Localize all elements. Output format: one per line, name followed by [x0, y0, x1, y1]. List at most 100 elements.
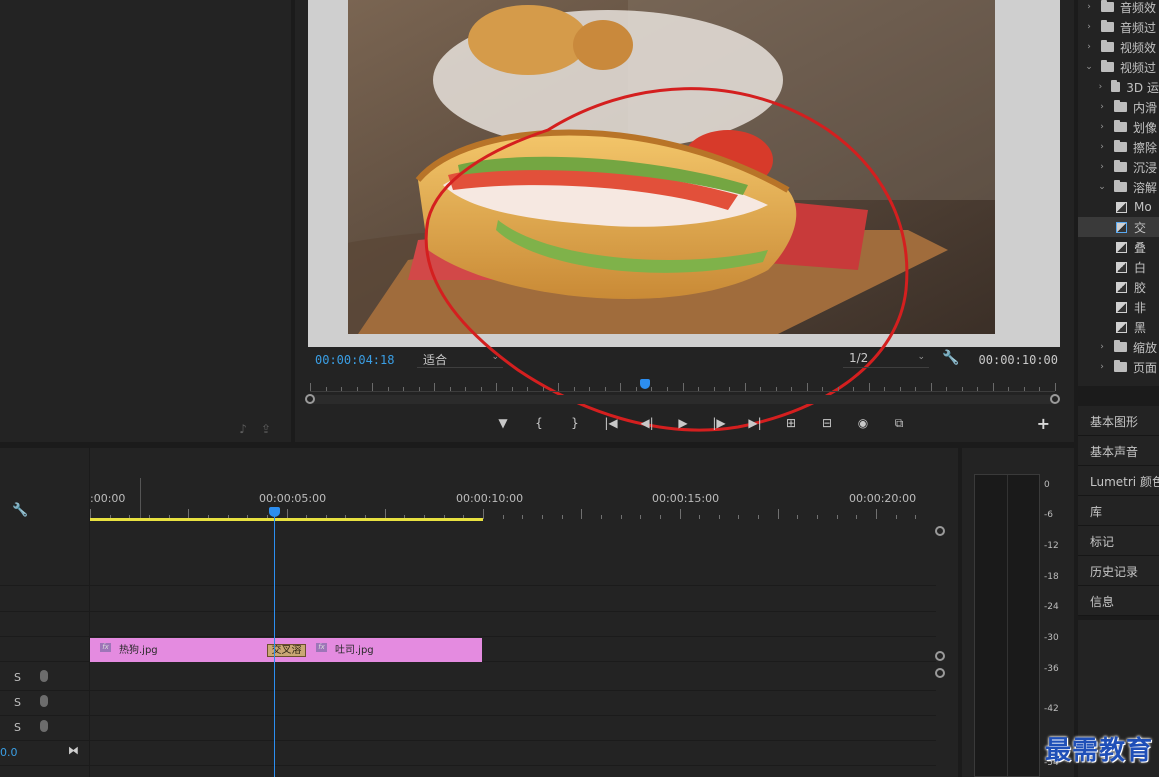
video-track-2[interactable]	[90, 587, 936, 612]
timeline-settings-wrench-icon[interactable]: 🔧	[12, 503, 28, 518]
effects-tree-item[interactable]: Mo	[1078, 197, 1159, 217]
current-timecode[interactable]: 00:00:04:18	[315, 353, 394, 367]
effects-tree-item[interactable]: › 沉浸	[1078, 157, 1159, 177]
folder-icon	[1110, 80, 1121, 92]
folder-icon	[1101, 60, 1114, 72]
video-track-header-1[interactable]	[0, 637, 89, 662]
insert-icon[interactable]: ⊞	[773, 413, 809, 433]
solo-button[interactable]: S	[14, 671, 21, 684]
chevron-right-icon[interactable]: ›	[1096, 342, 1108, 352]
chevron-right-icon[interactable]: ›	[1096, 162, 1108, 172]
export-frame-icon[interactable]: ◉	[845, 413, 881, 433]
panel-tab[interactable]: 基本声音	[1078, 436, 1159, 466]
microphone-icon[interactable]	[40, 720, 48, 732]
video-track-header-2[interactable]	[0, 587, 89, 612]
clip-hotdog[interactable]: fx 热狗.jpg	[90, 638, 276, 662]
effects-tree-item[interactable]: ⌄ 视频过	[1078, 57, 1159, 77]
audio-track-header-1[interactable]: S	[0, 666, 89, 691]
video-scroll-handle-top[interactable]	[935, 526, 945, 536]
effects-tree-item[interactable]: › 划像	[1078, 117, 1159, 137]
timeline-ruler[interactable]: :00:00 00:00:05:00 00:00:10:00 00:00:15:…	[90, 448, 936, 520]
effects-tree-item[interactable]: › 缩放	[1078, 337, 1159, 357]
effects-tree-item[interactable]: › 音频过	[1078, 17, 1159, 37]
zoom-handle-end[interactable]	[1050, 394, 1060, 404]
effects-tree-item[interactable]: › 擦除	[1078, 137, 1159, 157]
monitor-zoom-scrollbar[interactable]	[305, 394, 1060, 404]
solo-button[interactable]: S	[14, 721, 21, 734]
video-track-3[interactable]	[90, 522, 936, 586]
monitor-time-ruler[interactable]	[310, 380, 1056, 392]
panel-tab[interactable]: 信息	[1078, 586, 1159, 616]
audio-track-2[interactable]	[90, 691, 936, 716]
overwrite-icon[interactable]: ⊟	[809, 413, 845, 433]
effects-tree-item[interactable]: › 页面	[1078, 357, 1159, 377]
video-track-header-1a[interactable]	[0, 612, 89, 637]
video-scroll-handle-bottom[interactable]	[935, 651, 945, 661]
clip-toast[interactable]: fx 吐司.jpg	[276, 638, 482, 662]
add-marker-icon[interactable]: ▼	[485, 413, 521, 433]
microphone-icon[interactable]	[40, 670, 48, 682]
audio-track-3[interactable]	[90, 716, 936, 741]
effects-tree-item[interactable]: 白	[1078, 257, 1159, 277]
chevron-right-icon[interactable]: ›	[1096, 142, 1108, 152]
master-track-header[interactable]: 0.0 ⧓	[0, 741, 89, 766]
effects-tree-item[interactable]: › 音频效	[1078, 0, 1159, 17]
solo-button[interactable]: S	[14, 696, 21, 709]
panel-tab[interactable]: 库	[1078, 496, 1159, 526]
effects-tree-item[interactable]: › 内滑	[1078, 97, 1159, 117]
master-volume-value[interactable]: 0.0	[0, 746, 18, 759]
step-back-icon[interactable]: ◀|	[629, 413, 665, 433]
monitor-playhead[interactable]	[640, 379, 650, 389]
effects-tree-item[interactable]: › 视频效	[1078, 37, 1159, 57]
effects-tree-item[interactable]: 叠	[1078, 237, 1159, 257]
chevron-right-icon[interactable]: ›	[1083, 42, 1095, 52]
chevron-down-icon[interactable]: ⌄	[1096, 182, 1108, 192]
chevron-down-icon[interactable]: ⌄	[1083, 62, 1095, 72]
video-track-header-3[interactable]	[0, 522, 89, 586]
button-editor-add-icon[interactable]: +	[1037, 414, 1050, 433]
video-track-1a[interactable]	[90, 612, 936, 637]
playback-resolution-dropdown[interactable]: 1/2 ⌄	[843, 350, 929, 368]
zoom-handle-start[interactable]	[305, 394, 315, 404]
mark-out-icon[interactable]: }	[557, 413, 593, 433]
chevron-right-icon[interactable]: ›	[1096, 82, 1105, 92]
effects-tree-item[interactable]: › 3D 运	[1078, 77, 1159, 97]
effects-tree-item[interactable]: 非	[1078, 297, 1159, 317]
effects-tree-label: 沉浸	[1133, 160, 1158, 175]
folder-icon	[1114, 140, 1127, 152]
cross-dissolve-transition[interactable]: 交叉溶	[267, 644, 306, 657]
effects-tree-item[interactable]: ⌄ 溶解	[1078, 177, 1159, 197]
chevron-right-icon[interactable]: ›	[1083, 22, 1095, 32]
wrench-icon[interactable]: 🔧	[942, 350, 959, 366]
effects-tree-item[interactable]: 交	[1078, 217, 1159, 237]
panel-tab[interactable]: 历史记录	[1078, 556, 1159, 586]
master-track[interactable]	[90, 741, 936, 766]
step-forward-icon[interactable]: |▶	[701, 413, 737, 433]
export-icon[interactable]: ⇪	[261, 422, 271, 436]
music-note-icon[interactable]: ♪	[239, 422, 247, 436]
chevron-right-icon[interactable]: ›	[1096, 102, 1108, 112]
bowtie-icon[interactable]: ⧓	[68, 744, 79, 757]
effects-tree-item[interactable]: 黑	[1078, 317, 1159, 337]
panel-tab[interactable]: 标记	[1078, 526, 1159, 556]
effects-tree-label: 划像	[1133, 120, 1158, 135]
chevron-right-icon[interactable]: ›	[1083, 2, 1095, 12]
panel-tab[interactable]: Lumetri 颜色	[1078, 466, 1159, 496]
zoom-fit-dropdown[interactable]: 适合 ⌄	[417, 350, 503, 368]
mark-in-icon[interactable]: {	[521, 413, 557, 433]
go-to-in-icon[interactable]: |◀	[593, 413, 629, 433]
effects-tree-item[interactable]: 胶	[1078, 277, 1159, 297]
audio-track-1[interactable]	[90, 666, 936, 691]
microphone-icon[interactable]	[40, 695, 48, 707]
transition-effect-icon	[1116, 221, 1127, 233]
audio-track-header-2[interactable]: S	[0, 691, 89, 716]
audio-scroll-handle-top[interactable]	[935, 668, 945, 678]
chevron-right-icon[interactable]: ›	[1096, 122, 1108, 132]
work-area-bar[interactable]	[90, 518, 483, 521]
go-to-out-icon[interactable]: ▶|	[737, 413, 773, 433]
chevron-right-icon[interactable]: ›	[1096, 362, 1108, 372]
comparison-view-icon[interactable]: ⧉	[881, 413, 917, 433]
audio-track-header-3[interactable]: S	[0, 716, 89, 741]
panel-tab[interactable]: 基本图形	[1078, 406, 1159, 436]
play-icon[interactable]: ▶	[665, 413, 701, 433]
